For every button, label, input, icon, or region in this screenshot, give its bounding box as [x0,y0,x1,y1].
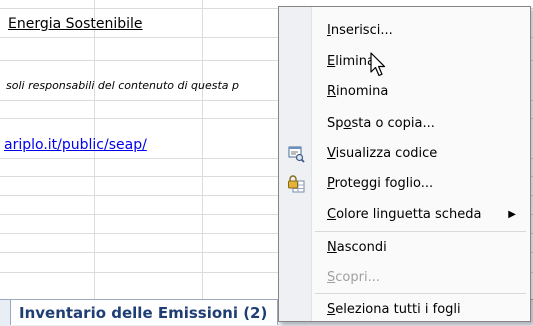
view-code-icon [287,145,305,163]
menu-item-view-code[interactable]: Visualizza codice [279,140,530,168]
menu-item-label: Sposta o copia... [327,116,435,131]
grid-line [202,0,203,302]
menu-item-label: Seleziona tutti i fogli [327,302,461,317]
menu-item-hide[interactable]: Nascondi [279,234,530,262]
menu-item-move-copy[interactable]: Sposta o copia... [279,110,530,138]
menu-item-delete[interactable]: Elimina [279,48,530,76]
protect-sheet-icon [287,175,305,193]
menu-item-label: Colore linguetta scheda [327,207,482,222]
menu-separator [315,293,526,294]
menu-item-insert[interactable]: Inserisci... [279,17,530,45]
menu-item-label: Rinomina [327,84,389,99]
menu-item-rename[interactable]: Rinomina [279,78,530,106]
sheet-title[interactable]: Energia Sostenibile [8,16,143,32]
menu-item-protect-sheet[interactable]: Proteggi foglio... [279,170,530,198]
menu-separator [315,231,526,232]
submenu-arrow-icon: ▶ [508,209,516,220]
context-menu: Inserisci... Elimina Rinomina Sposta o c… [278,6,531,322]
menu-item-label: Proteggi foglio... [327,176,434,191]
menu-item-label: Nascondi [327,240,387,255]
menu-item-label: Visualizza codice [327,146,438,161]
disclaimer-text[interactable]: soli responsabili del contenuto di quest… [6,79,239,92]
menu-item-unhide[interactable]: Scopri... [279,264,530,292]
menu-item-label: Inserisci... [327,23,393,38]
menu-item-label: Scopri... [327,270,380,285]
sheet-tab-active[interactable]: Inventario delle Emissioni (2) [10,300,279,325]
mouse-pointer-icon [370,52,386,77]
hyperlink[interactable]: ariplo.it/public/seap/ [4,137,147,153]
menu-item-select-all-sheets[interactable]: Seleziona tutti i fogli [279,296,530,324]
menu-item-label: Elimina [327,54,375,69]
menu-item-tab-color[interactable]: Colore linguetta scheda ▶ [279,201,530,229]
